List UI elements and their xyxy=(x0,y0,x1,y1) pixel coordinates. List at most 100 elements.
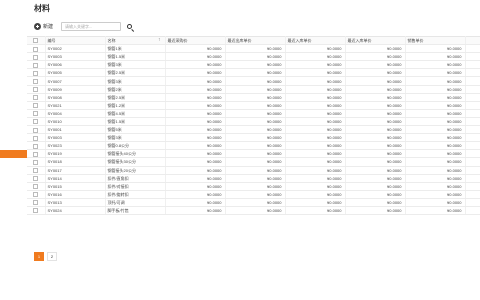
checkbox[interactable] xyxy=(33,151,39,157)
table-row[interactable]: SY0017 钢管接头20公分 ¥0.0000 ¥0.0000 ¥0.0000 ¥0.00… xyxy=(27,166,480,175)
row-select-cell[interactable] xyxy=(27,85,46,94)
page-button-1[interactable]: 1 xyxy=(34,252,44,261)
page-button-2[interactable]: 2 xyxy=(47,252,57,261)
table-row[interactable]: SY0015 扣件/对接扣 ¥0.0000 ¥0.0000 ¥0.0000 ¥0.0000… xyxy=(27,182,480,191)
row-select-cell[interactable] xyxy=(27,109,46,118)
row-select-cell[interactable] xyxy=(27,101,46,110)
cell-price: ¥0.0000 xyxy=(285,44,346,54)
checkbox[interactable] xyxy=(33,111,39,117)
checkbox[interactable] xyxy=(33,103,39,109)
checkbox[interactable] xyxy=(33,167,39,173)
row-select-cell[interactable] xyxy=(27,76,46,86)
col-header-recent-purchase[interactable]: 最近采购价 xyxy=(165,36,226,46)
cell-price: ¥0.0000 xyxy=(405,60,466,70)
col-header-name[interactable]: 名称 ↑ xyxy=(105,36,166,46)
table-row[interactable]: SY0003 钢管1.5米 ¥0.0000 ¥0.0000 ¥0.0000 ¥0.0000… xyxy=(27,52,480,62)
table-row[interactable]: SY0010 钢管1.5米 ¥0.0000 ¥0.0000 ¥0.0000 ¥0.0000… xyxy=(27,117,480,127)
row-select-cell[interactable] xyxy=(27,149,46,159)
col-header-code[interactable]: 编号 xyxy=(45,36,106,46)
cell-price: ¥0.0000 xyxy=(285,117,346,127)
select-all-checkbox[interactable] xyxy=(27,36,46,46)
table-row[interactable]: SY0009 钢管2米 ¥0.0000 ¥0.0000 ¥0.0000 ¥0.0000 ¥0… xyxy=(27,85,480,94)
cell-price: ¥0.0000 xyxy=(345,166,406,175)
checkbox[interactable] xyxy=(33,135,39,141)
checkbox[interactable] xyxy=(33,192,39,198)
checkbox[interactable] xyxy=(33,54,39,60)
cell-price: ¥0.0000 xyxy=(165,109,226,118)
add-button[interactable]: 新建 xyxy=(34,21,53,32)
col-header-extra[interactable] xyxy=(465,36,480,46)
checkbox[interactable] xyxy=(33,176,39,182)
cell-price: ¥0.0000 xyxy=(345,157,406,167)
row-select-cell[interactable] xyxy=(27,157,46,167)
table-row[interactable]: SY0007 钢管3米 ¥0.0000 ¥0.0000 ¥0.0000 ¥0.0000 ¥0… xyxy=(27,76,480,86)
col-header-recent-inbound-2[interactable]: 最近入库单价 xyxy=(345,36,406,46)
checkbox[interactable] xyxy=(33,127,39,133)
sort-arrow-icon[interactable]: ↑ xyxy=(158,38,161,44)
table-row[interactable]: SY0019 钢管接头40公分 ¥0.0000 ¥0.0000 ¥0.0000 ¥0.00… xyxy=(27,149,480,159)
cell-price: ¥0.0000 xyxy=(225,52,286,62)
checkbox[interactable] xyxy=(33,95,39,101)
checkbox[interactable] xyxy=(33,159,39,165)
table-row[interactable]: SY0013 顶托/可调 ¥0.0000 ¥0.0000 ¥0.0000 ¥0.0000 ¥… xyxy=(27,198,480,207)
row-select-cell[interactable] xyxy=(27,44,46,54)
row-select-cell[interactable] xyxy=(27,190,46,199)
checkbox[interactable] xyxy=(33,38,39,44)
cell-price: ¥0.0000 xyxy=(165,157,226,167)
cell-price: ¥0.0000 xyxy=(165,174,226,183)
row-select-cell[interactable] xyxy=(27,182,46,191)
row-select-cell[interactable] xyxy=(27,133,46,143)
checkbox[interactable] xyxy=(33,119,39,125)
row-select-cell[interactable] xyxy=(27,93,46,102)
table-row[interactable]: SY0003 钢管3米 ¥0.0000 ¥0.0000 ¥0.0000 ¥0.0000 ¥0… xyxy=(27,133,480,143)
cell-price: ¥0.0000 xyxy=(225,109,286,118)
cell-price: ¥0.0000 xyxy=(165,206,226,216)
table-row[interactable]: SY0023 钢管0.8公分 ¥0.0000 ¥0.0000 ¥0.0000 ¥0.000… xyxy=(27,141,480,151)
cell-price: ¥0.0000 xyxy=(405,76,466,86)
search-input[interactable] xyxy=(61,22,122,31)
cell-price: ¥0.0000 xyxy=(225,141,286,151)
row-select-cell[interactable] xyxy=(27,141,46,151)
checkbox[interactable] xyxy=(33,78,39,84)
cell-price: ¥ xyxy=(465,125,480,135)
row-select-cell[interactable] xyxy=(27,166,46,175)
checkbox[interactable] xyxy=(33,87,39,93)
table-row[interactable]: SY0006 钢管3米 ¥0.0000 ¥0.0000 ¥0.0000 ¥0.0000 ¥0… xyxy=(27,60,480,70)
checkbox[interactable] xyxy=(33,70,39,76)
checkbox[interactable] xyxy=(33,143,39,149)
table-row[interactable]: SY0004 钢管4.5米 ¥0.0000 ¥0.0000 ¥0.0000 ¥0.0000… xyxy=(27,109,480,118)
row-select-cell[interactable] xyxy=(27,117,46,127)
row-select-cell[interactable] xyxy=(27,60,46,70)
checkbox[interactable] xyxy=(33,46,39,52)
table-row[interactable]: SY0002 钢管1米 ¥0.0000 ¥0.0000 ¥0.0000 ¥0.0000 ¥0… xyxy=(27,44,480,54)
row-select-cell[interactable] xyxy=(27,206,46,216)
col-header-recent-inbound[interactable]: 最近入库单价 xyxy=(285,36,346,46)
cell-price: ¥0.0000 xyxy=(165,182,226,191)
col-header-recent-outbound[interactable]: 最近出库单价 xyxy=(225,36,286,46)
table-row[interactable]: SY0024 脚手板/竹笆 ¥0.0000 ¥0.0000 ¥0.0000 ¥0.0000… xyxy=(27,206,480,216)
table-row[interactable]: SY0001 钢管5米 ¥0.0000 ¥0.0000 ¥0.0000 ¥0.0000 ¥0… xyxy=(27,125,480,135)
checkbox[interactable] xyxy=(33,184,39,190)
table-row[interactable]: SY0014 扣件/直角扣 ¥0.0000 ¥0.0000 ¥0.0000 ¥0.0000… xyxy=(27,174,480,183)
cell-price: ¥0.0000 xyxy=(285,85,346,94)
table-row[interactable]: SY0008 钢管2.5米 ¥0.0000 ¥0.0000 ¥0.0000 ¥0.0000… xyxy=(27,93,480,102)
row-select-cell[interactable] xyxy=(27,125,46,135)
table-row[interactable]: SY0005 钢管2.5米 ¥0.0000 ¥0.0000 ¥0.0000 ¥0.0000… xyxy=(27,68,480,78)
search-button[interactable] xyxy=(125,22,135,32)
checkbox[interactable] xyxy=(33,200,39,206)
checkbox[interactable] xyxy=(33,62,39,68)
table-row[interactable]: SY0021 钢管1.2米 ¥0.0000 ¥0.0000 ¥0.0000 ¥0.0000… xyxy=(27,101,480,110)
cell-code: SY0016 xyxy=(45,190,106,199)
row-select-cell[interactable] xyxy=(27,68,46,78)
checkbox[interactable] xyxy=(33,208,39,214)
table-row[interactable]: SY0016 扣件/旋转扣 ¥0.0000 ¥0.0000 ¥0.0000 ¥0.0000… xyxy=(27,190,480,199)
cell-price: ¥0.0000 xyxy=(165,101,226,110)
col-header-sale-price[interactable]: 销售单价 xyxy=(405,36,466,46)
cell-price: ¥0.0000 xyxy=(165,125,226,135)
cell-price: ¥0.0000 xyxy=(345,117,406,127)
row-select-cell[interactable] xyxy=(27,174,46,183)
table-row[interactable]: SY0018 钢管接头30公分 ¥0.0000 ¥0.0000 ¥0.0000 ¥0.00… xyxy=(27,157,480,167)
cell-price: ¥0.0000 xyxy=(405,117,466,127)
row-select-cell[interactable] xyxy=(27,52,46,62)
row-select-cell[interactable] xyxy=(27,198,46,207)
